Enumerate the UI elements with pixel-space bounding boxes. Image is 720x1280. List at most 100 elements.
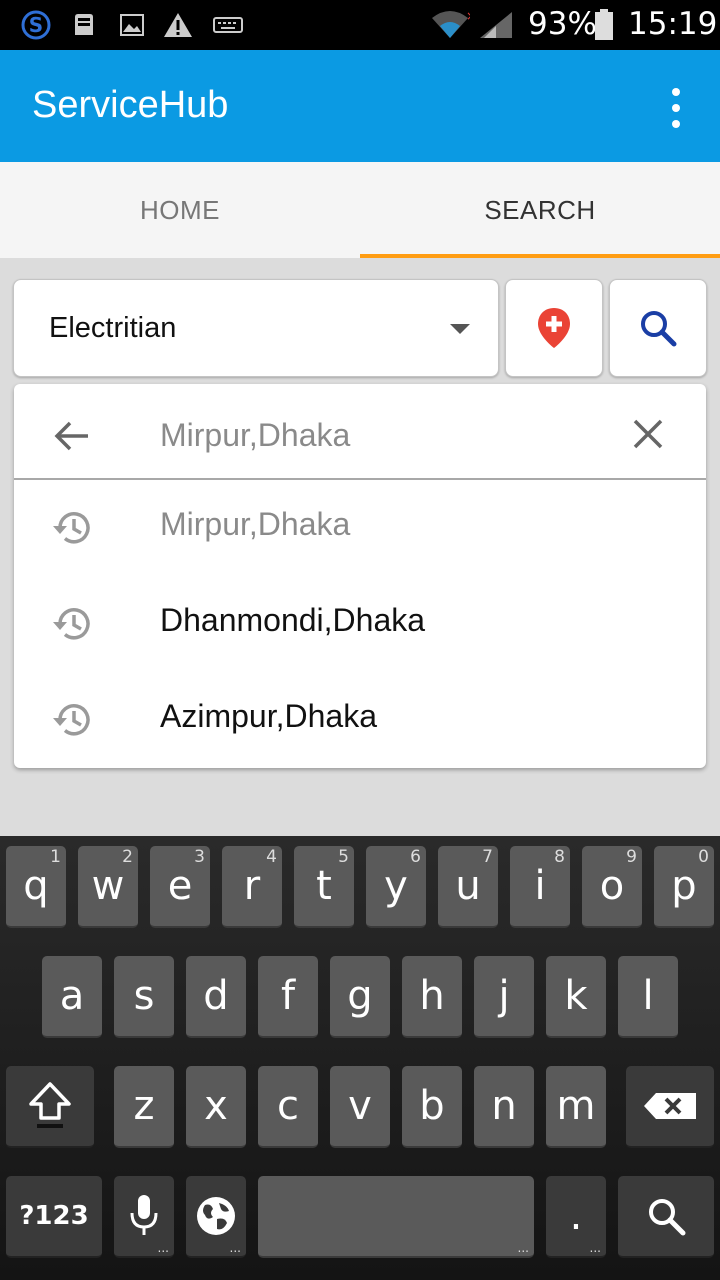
key-b[interactable]: b bbox=[402, 1066, 462, 1148]
key-r[interactable]: r4 bbox=[222, 846, 282, 928]
search-button[interactable] bbox=[609, 279, 707, 377]
more-indicator-icon: ... bbox=[229, 1241, 241, 1255]
tab-indicator bbox=[360, 254, 720, 258]
key-x[interactable]: x bbox=[186, 1066, 246, 1148]
history-icon bbox=[53, 512, 90, 544]
suggestion-item[interactable]: Dhanmondi,Dhaka bbox=[14, 576, 706, 672]
tab-search[interactable]: SEARCH bbox=[360, 162, 720, 258]
clock: 15:19 bbox=[628, 6, 718, 42]
more-indicator-icon: ... bbox=[157, 1241, 169, 1255]
key-z[interactable]: z bbox=[114, 1066, 174, 1148]
service-type-spinner[interactable]: Electritian bbox=[13, 279, 499, 377]
key-g[interactable]: g bbox=[330, 956, 390, 1038]
location-pin-icon bbox=[538, 308, 570, 348]
more-indicator-icon: ... bbox=[589, 1241, 601, 1255]
key-hint: 1 bbox=[50, 847, 61, 867]
key-hint: 3 bbox=[194, 847, 205, 867]
key-q[interactable]: q1 bbox=[6, 846, 66, 928]
app-title: ServiceHub bbox=[32, 84, 229, 126]
key-label: o bbox=[599, 863, 625, 909]
key-s[interactable]: s bbox=[114, 956, 174, 1038]
svg-text:×: × bbox=[466, 10, 470, 23]
key-label: e bbox=[167, 863, 193, 909]
sd-card-icon bbox=[68, 10, 100, 40]
key-hint: 5 bbox=[338, 847, 349, 867]
search-action-key[interactable] bbox=[618, 1176, 714, 1258]
key-d[interactable]: d bbox=[186, 956, 246, 1038]
clear-icon[interactable] bbox=[630, 416, 666, 452]
overflow-menu-icon[interactable] bbox=[660, 86, 692, 130]
key-label: q bbox=[23, 863, 49, 909]
language-key[interactable]: ... bbox=[186, 1176, 246, 1258]
key-f[interactable]: f bbox=[258, 956, 318, 1038]
image-icon bbox=[116, 10, 148, 40]
key-label: t bbox=[316, 863, 332, 909]
key-hint: 7 bbox=[482, 847, 493, 867]
key-u[interactable]: u7 bbox=[438, 846, 498, 928]
suggestion-item[interactable]: Azimpur,Dhaka bbox=[14, 672, 706, 768]
key-t[interactable]: t5 bbox=[294, 846, 354, 928]
microphone-icon bbox=[130, 1195, 158, 1235]
key-label: y bbox=[384, 863, 408, 909]
symbols-key[interactable]: ?123 bbox=[6, 1176, 102, 1258]
key-label: u bbox=[455, 863, 481, 909]
key-hint: 2 bbox=[122, 847, 133, 867]
soft-keyboard: q1 w2 e3 r4 t5 y6 u7 i8 o9 p0 a s d f g … bbox=[0, 836, 720, 1280]
search-icon bbox=[649, 1199, 686, 1236]
key-k[interactable]: k bbox=[546, 956, 606, 1038]
key-y[interactable]: y6 bbox=[366, 846, 426, 928]
suggestion-label: Azimpur,Dhaka bbox=[160, 698, 377, 734]
key-h[interactable]: h bbox=[402, 956, 462, 1038]
period-key[interactable]: . ... bbox=[546, 1176, 606, 1258]
signal-icon bbox=[478, 10, 514, 40]
key-v[interactable]: v bbox=[330, 1066, 390, 1148]
suggestion-label: Mirpur,Dhaka bbox=[160, 506, 351, 542]
history-icon bbox=[53, 704, 90, 736]
app-bar: ServiceHub bbox=[0, 50, 720, 162]
key-i[interactable]: i8 bbox=[510, 846, 570, 928]
status-bar: S × 93% 15:19 bbox=[0, 0, 720, 50]
shift-key[interactable] bbox=[6, 1066, 94, 1148]
battery-percent: 93% bbox=[528, 6, 597, 42]
key-a[interactable]: a bbox=[42, 956, 102, 1038]
key-hint: 8 bbox=[554, 847, 565, 867]
location-search-input[interactable] bbox=[160, 410, 600, 460]
key-label: r bbox=[243, 863, 261, 909]
key-hint: 0 bbox=[698, 847, 709, 867]
backspace-icon bbox=[644, 1093, 696, 1119]
voice-input-key[interactable]: ... bbox=[114, 1176, 174, 1258]
key-c[interactable]: c bbox=[258, 1066, 318, 1148]
history-icon bbox=[53, 608, 90, 640]
location-search-panel: Mirpur,Dhaka Dhanmondi,Dhaka Azimpur,Dha… bbox=[14, 384, 706, 768]
key-o[interactable]: o9 bbox=[582, 846, 642, 928]
back-arrow-icon[interactable] bbox=[52, 416, 92, 456]
skype-icon: S bbox=[20, 10, 52, 40]
symbols-label: ?123 bbox=[19, 1201, 89, 1231]
key-w[interactable]: w2 bbox=[78, 846, 138, 928]
key-label: w bbox=[91, 863, 125, 909]
add-location-button[interactable] bbox=[505, 279, 603, 377]
period-label: . bbox=[569, 1193, 583, 1239]
wifi-icon: × bbox=[430, 10, 470, 40]
dropdown-arrow-icon bbox=[450, 324, 470, 334]
key-n[interactable]: n bbox=[474, 1066, 534, 1148]
key-j[interactable]: j bbox=[474, 956, 534, 1038]
search-icon bbox=[641, 311, 677, 347]
service-type-value: Electritian bbox=[49, 312, 177, 344]
globe-icon bbox=[197, 1197, 235, 1235]
tab-bar: HOME SEARCH bbox=[0, 162, 720, 258]
key-m[interactable]: m bbox=[546, 1066, 606, 1148]
key-hint: 9 bbox=[626, 847, 637, 867]
shift-icon bbox=[29, 1082, 71, 1128]
more-indicator-icon: ... bbox=[517, 1241, 529, 1255]
key-e[interactable]: e3 bbox=[150, 846, 210, 928]
key-p[interactable]: p0 bbox=[654, 846, 714, 928]
key-hint: 4 bbox=[266, 847, 277, 867]
keyboard-icon bbox=[212, 10, 244, 40]
key-label: i bbox=[534, 863, 546, 909]
suggestion-item[interactable]: Mirpur,Dhaka bbox=[14, 480, 706, 576]
space-key[interactable]: ... bbox=[258, 1176, 534, 1258]
tab-home[interactable]: HOME bbox=[0, 162, 360, 258]
key-l[interactable]: l bbox=[618, 956, 678, 1038]
backspace-key[interactable] bbox=[626, 1066, 714, 1148]
